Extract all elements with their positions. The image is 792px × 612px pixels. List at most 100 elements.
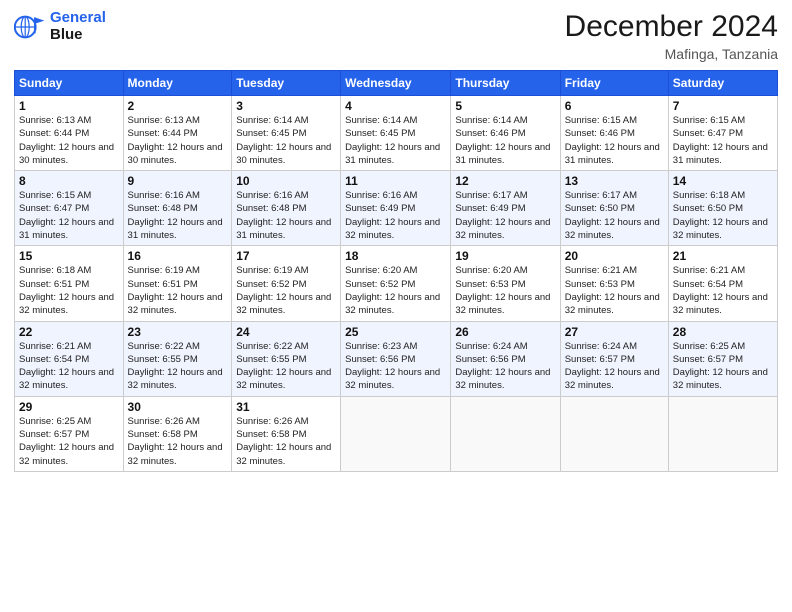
calendar-cell: 18 Sunrise: 6:20 AM Sunset: 6:52 PM Dayl…: [341, 246, 451, 321]
calendar-cell: 23 Sunrise: 6:22 AM Sunset: 6:55 PM Dayl…: [123, 321, 232, 396]
day-number: 30: [128, 400, 228, 414]
day-info: Sunrise: 6:13 AM Sunset: 6:44 PM Dayligh…: [19, 114, 119, 167]
day-info: Sunrise: 6:20 AM Sunset: 6:53 PM Dayligh…: [455, 264, 555, 317]
day-info: Sunrise: 6:18 AM Sunset: 6:50 PM Dayligh…: [673, 189, 773, 242]
col-saturday: Saturday: [668, 71, 777, 96]
calendar-cell: 1 Sunrise: 6:13 AM Sunset: 6:44 PM Dayli…: [15, 96, 124, 171]
calendar-cell: [560, 396, 668, 471]
day-number: 17: [236, 249, 336, 263]
day-info: Sunrise: 6:26 AM Sunset: 6:58 PM Dayligh…: [128, 415, 228, 468]
calendar-cell: 28 Sunrise: 6:25 AM Sunset: 6:57 PM Dayl…: [668, 321, 777, 396]
day-number: 15: [19, 249, 119, 263]
header: General Blue December 2024 Mafinga, Tanz…: [14, 10, 778, 62]
day-info: Sunrise: 6:21 AM Sunset: 6:54 PM Dayligh…: [673, 264, 773, 317]
page: General Blue December 2024 Mafinga, Tanz…: [0, 0, 792, 612]
day-number: 21: [673, 249, 773, 263]
day-info: Sunrise: 6:22 AM Sunset: 6:55 PM Dayligh…: [236, 340, 336, 393]
day-info: Sunrise: 6:25 AM Sunset: 6:57 PM Dayligh…: [19, 415, 119, 468]
day-number: 5: [455, 99, 555, 113]
col-sunday: Sunday: [15, 71, 124, 96]
calendar-cell: 29 Sunrise: 6:25 AM Sunset: 6:57 PM Dayl…: [15, 396, 124, 471]
day-number: 3: [236, 99, 336, 113]
location-title: Mafinga, Tanzania: [565, 46, 778, 62]
day-number: 19: [455, 249, 555, 263]
day-number: 29: [19, 400, 119, 414]
calendar-body: 1 Sunrise: 6:13 AM Sunset: 6:44 PM Dayli…: [15, 96, 778, 472]
calendar-cell: 5 Sunrise: 6:14 AM Sunset: 6:46 PM Dayli…: [451, 96, 560, 171]
day-info: Sunrise: 6:15 AM Sunset: 6:47 PM Dayligh…: [19, 189, 119, 242]
title-block: December 2024 Mafinga, Tanzania: [565, 10, 778, 62]
day-number: 24: [236, 325, 336, 339]
calendar-cell: 22 Sunrise: 6:21 AM Sunset: 6:54 PM Dayl…: [15, 321, 124, 396]
calendar-cell: 14 Sunrise: 6:18 AM Sunset: 6:50 PM Dayl…: [668, 171, 777, 246]
day-info: Sunrise: 6:16 AM Sunset: 6:48 PM Dayligh…: [236, 189, 336, 242]
day-number: 2: [128, 99, 228, 113]
calendar-cell: 15 Sunrise: 6:18 AM Sunset: 6:51 PM Dayl…: [15, 246, 124, 321]
calendar-cell: [668, 396, 777, 471]
day-number: 1: [19, 99, 119, 113]
day-info: Sunrise: 6:15 AM Sunset: 6:46 PM Dayligh…: [565, 114, 664, 167]
col-tuesday: Tuesday: [232, 71, 341, 96]
day-number: 12: [455, 174, 555, 188]
col-friday: Friday: [560, 71, 668, 96]
calendar-cell: [341, 396, 451, 471]
day-info: Sunrise: 6:22 AM Sunset: 6:55 PM Dayligh…: [128, 340, 228, 393]
day-info: Sunrise: 6:14 AM Sunset: 6:45 PM Dayligh…: [345, 114, 446, 167]
day-info: Sunrise: 6:16 AM Sunset: 6:49 PM Dayligh…: [345, 189, 446, 242]
day-info: Sunrise: 6:17 AM Sunset: 6:49 PM Dayligh…: [455, 189, 555, 242]
logo-text: General Blue: [50, 10, 106, 43]
day-info: Sunrise: 6:19 AM Sunset: 6:52 PM Dayligh…: [236, 264, 336, 317]
calendar-cell: 7 Sunrise: 6:15 AM Sunset: 6:47 PM Dayli…: [668, 96, 777, 171]
generalblue-icon: [14, 11, 46, 43]
day-number: 6: [565, 99, 664, 113]
day-info: Sunrise: 6:20 AM Sunset: 6:52 PM Dayligh…: [345, 264, 446, 317]
col-wednesday: Wednesday: [341, 71, 451, 96]
day-info: Sunrise: 6:14 AM Sunset: 6:46 PM Dayligh…: [455, 114, 555, 167]
day-info: Sunrise: 6:15 AM Sunset: 6:47 PM Dayligh…: [673, 114, 773, 167]
calendar-cell: 19 Sunrise: 6:20 AM Sunset: 6:53 PM Dayl…: [451, 246, 560, 321]
day-info: Sunrise: 6:17 AM Sunset: 6:50 PM Dayligh…: [565, 189, 664, 242]
calendar-cell: 10 Sunrise: 6:16 AM Sunset: 6:48 PM Dayl…: [232, 171, 341, 246]
calendar-cell: 21 Sunrise: 6:21 AM Sunset: 6:54 PM Dayl…: [668, 246, 777, 321]
calendar-cell: 3 Sunrise: 6:14 AM Sunset: 6:45 PM Dayli…: [232, 96, 341, 171]
day-number: 7: [673, 99, 773, 113]
calendar-cell: 24 Sunrise: 6:22 AM Sunset: 6:55 PM Dayl…: [232, 321, 341, 396]
header-row: Sunday Monday Tuesday Wednesday Thursday…: [15, 71, 778, 96]
day-info: Sunrise: 6:21 AM Sunset: 6:54 PM Dayligh…: [19, 340, 119, 393]
day-number: 31: [236, 400, 336, 414]
calendar-cell: 2 Sunrise: 6:13 AM Sunset: 6:44 PM Dayli…: [123, 96, 232, 171]
calendar-cell: 26 Sunrise: 6:24 AM Sunset: 6:56 PM Dayl…: [451, 321, 560, 396]
col-thursday: Thursday: [451, 71, 560, 96]
calendar-cell: 16 Sunrise: 6:19 AM Sunset: 6:51 PM Dayl…: [123, 246, 232, 321]
day-number: 13: [565, 174, 664, 188]
day-number: 10: [236, 174, 336, 188]
day-number: 18: [345, 249, 446, 263]
day-number: 23: [128, 325, 228, 339]
calendar-cell: 30 Sunrise: 6:26 AM Sunset: 6:58 PM Dayl…: [123, 396, 232, 471]
day-info: Sunrise: 6:16 AM Sunset: 6:48 PM Dayligh…: [128, 189, 228, 242]
day-number: 27: [565, 325, 664, 339]
col-monday: Monday: [123, 71, 232, 96]
calendar-cell: 12 Sunrise: 6:17 AM Sunset: 6:49 PM Dayl…: [451, 171, 560, 246]
calendar-cell: 27 Sunrise: 6:24 AM Sunset: 6:57 PM Dayl…: [560, 321, 668, 396]
day-info: Sunrise: 6:24 AM Sunset: 6:56 PM Dayligh…: [455, 340, 555, 393]
logo-general: General: [50, 9, 106, 26]
day-info: Sunrise: 6:23 AM Sunset: 6:56 PM Dayligh…: [345, 340, 446, 393]
day-number: 20: [565, 249, 664, 263]
calendar-cell: 17 Sunrise: 6:19 AM Sunset: 6:52 PM Dayl…: [232, 246, 341, 321]
calendar: Sunday Monday Tuesday Wednesday Thursday…: [14, 70, 778, 472]
day-number: 28: [673, 325, 773, 339]
day-number: 16: [128, 249, 228, 263]
day-info: Sunrise: 6:13 AM Sunset: 6:44 PM Dayligh…: [128, 114, 228, 167]
logo: General Blue: [14, 10, 106, 43]
day-number: 26: [455, 325, 555, 339]
day-number: 22: [19, 325, 119, 339]
day-number: 14: [673, 174, 773, 188]
day-number: 25: [345, 325, 446, 339]
day-number: 4: [345, 99, 446, 113]
day-number: 11: [345, 174, 446, 188]
calendar-header: Sunday Monday Tuesday Wednesday Thursday…: [15, 71, 778, 96]
day-number: 8: [19, 174, 119, 188]
day-number: 9: [128, 174, 228, 188]
day-info: Sunrise: 6:25 AM Sunset: 6:57 PM Dayligh…: [673, 340, 773, 393]
